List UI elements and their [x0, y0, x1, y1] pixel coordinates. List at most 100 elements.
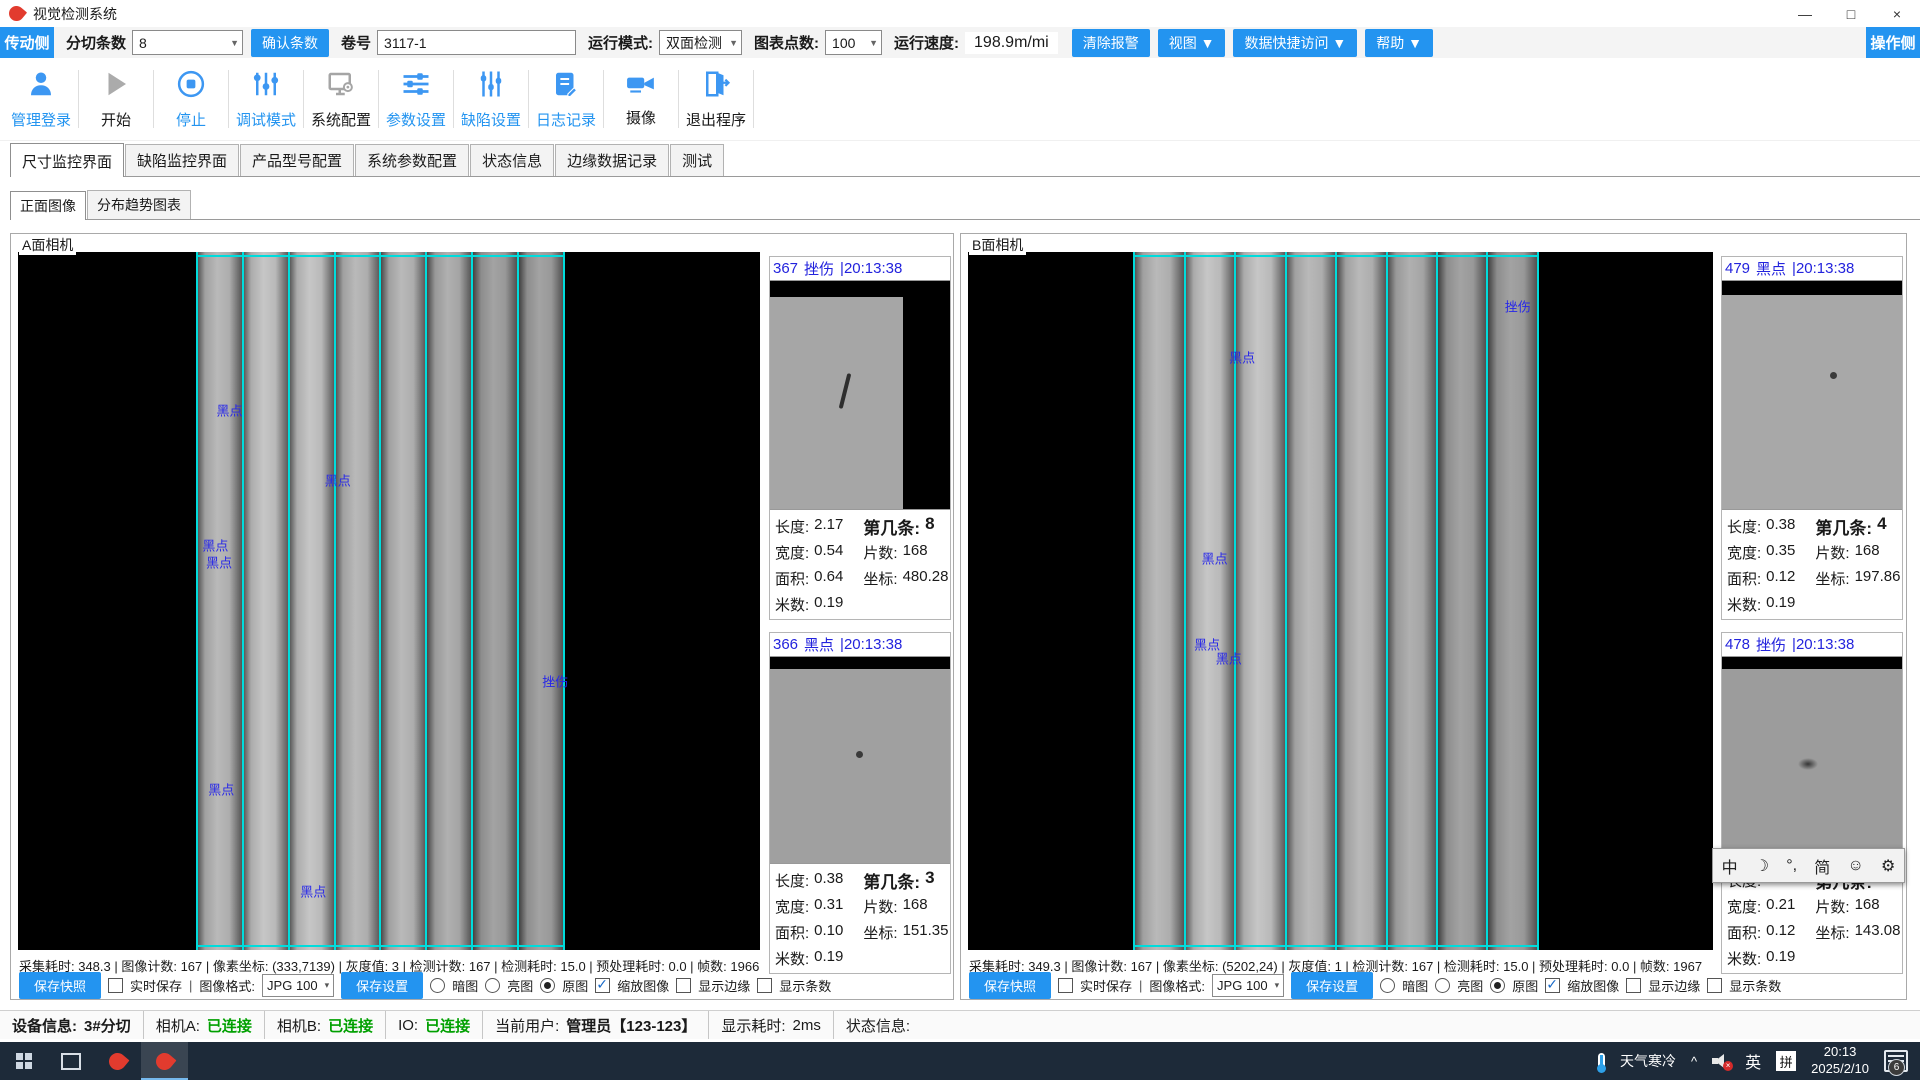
- tab-product-model-config[interactable]: 产品型号配置: [240, 144, 354, 176]
- help-menu-button[interactable]: 帮助 ▼: [1365, 29, 1433, 57]
- ime-settings-gear-icon[interactable]: ⚙: [1881, 856, 1895, 876]
- ime-indicator[interactable]: 拼: [1776, 1051, 1796, 1071]
- field-label: 面积:: [1727, 922, 1761, 943]
- confirm-count-button[interactable]: 确认条数: [251, 29, 329, 57]
- strip-boundary-line: [1335, 252, 1337, 950]
- ime-simplified-toggle[interactable]: 简: [1814, 854, 1830, 878]
- debug-mode-button[interactable]: 调试模式: [229, 69, 303, 130]
- show-edge-checkbox[interactable]: [1626, 978, 1641, 993]
- camera-b-title: B面相机: [969, 235, 1026, 255]
- chevron-down-icon: ▾: [1275, 980, 1280, 991]
- ime-fullwidth-moon-icon[interactable]: ☽: [1755, 856, 1769, 876]
- dark-image-radio[interactable]: [1380, 978, 1395, 993]
- zoom-image-checkbox[interactable]: [595, 978, 610, 993]
- field-value: 0.10: [814, 922, 843, 943]
- save-settings-button[interactable]: 保存设置: [1291, 972, 1373, 999]
- defect-settings-button[interactable]: 缺陷设置: [454, 69, 528, 130]
- camera-image-b[interactable]: 挫伤黑点黑点黑点黑点: [968, 252, 1713, 950]
- tab-distribution-trend-chart[interactable]: 分布趋势图表: [87, 190, 191, 219]
- tab-status-info[interactable]: 状态信息: [470, 144, 554, 176]
- segment-label: 相机B:: [277, 1015, 321, 1036]
- quick-data-menu-button[interactable]: 数据快捷访问 ▼: [1233, 29, 1357, 57]
- bright-image-radio[interactable]: [485, 978, 500, 993]
- slit-count-select[interactable]: 8 ▼: [132, 30, 243, 55]
- clock[interactable]: 20:13 2025/2/10: [1811, 1044, 1869, 1078]
- original-image-radio[interactable]: [540, 978, 555, 993]
- image-format-select[interactable]: JPG 100▾: [262, 974, 334, 997]
- maximize-button[interactable]: □: [1828, 0, 1874, 27]
- save-settings-button[interactable]: 保存设置: [341, 972, 423, 999]
- bright-image-radio[interactable]: [1435, 978, 1450, 993]
- tab-system-parameter-config[interactable]: 系统参数配置: [355, 144, 469, 176]
- app-icon: [153, 1049, 177, 1073]
- show-count-checkbox[interactable]: [1707, 978, 1722, 993]
- minimize-button[interactable]: —: [1782, 0, 1828, 27]
- taskbar-app-2-active[interactable]: [141, 1042, 188, 1080]
- view-menu-button[interactable]: 视图 ▼: [1158, 29, 1226, 57]
- task-view-button[interactable]: [47, 1042, 94, 1080]
- divider: |: [189, 978, 192, 993]
- weather-text[interactable]: 天气寒冷: [1620, 1051, 1676, 1071]
- drive-side-button[interactable]: 传动侧: [0, 27, 54, 58]
- notification-badge: 6: [1888, 1059, 1905, 1076]
- strip-boundary-line: [334, 252, 336, 950]
- field-label: 长度:: [1727, 516, 1761, 537]
- roll-input[interactable]: 3117-1: [377, 30, 576, 55]
- ime-mode-toggle[interactable]: 中: [1722, 854, 1738, 878]
- tray-expand-chevron-icon[interactable]: ^: [1691, 1054, 1697, 1069]
- windows-logo-icon: [16, 1053, 32, 1069]
- play-icon: [101, 69, 131, 104]
- strip-boundary-line: [242, 252, 244, 950]
- app-icon: [106, 1049, 130, 1073]
- camera-image-a[interactable]: 黑点黑点黑点黑点挫伤黑点黑点: [18, 252, 760, 950]
- dark-image-radio[interactable]: [430, 978, 445, 993]
- system-tray: 天气寒冷 ^ × 英 拼 20:13 2025/2/10 6: [1598, 1044, 1920, 1078]
- titlebar: 视觉检测系统 — □ ×: [0, 0, 1920, 28]
- tab-size-monitor[interactable]: 尺寸监控界面: [10, 143, 124, 177]
- clear-alarm-button[interactable]: 清除报警: [1072, 29, 1150, 57]
- slit-count-value: 8: [139, 35, 147, 51]
- admin-login-button[interactable]: 管理登录: [4, 69, 78, 130]
- monitor-gear-icon: [326, 69, 356, 104]
- field-label: 第几条:: [1815, 514, 1872, 539]
- save-snapshot-button[interactable]: 保存快照: [19, 972, 101, 999]
- system-config-button[interactable]: 系统配置: [304, 69, 378, 130]
- tab-test[interactable]: 测试: [670, 144, 724, 176]
- show-count-checkbox[interactable]: [757, 978, 772, 993]
- start-menu-button[interactable]: [0, 1042, 47, 1080]
- defect-card[interactable]: 479 黑点 |20:13:38 长度:0.38 第几条:4 宽度:0.35 片…: [1721, 256, 1903, 620]
- ime-punctuation-icon[interactable]: °,: [1786, 857, 1797, 875]
- notification-center-icon[interactable]: 6: [1884, 1050, 1908, 1072]
- capture-button[interactable]: 摄像: [604, 71, 678, 128]
- realtime-save-checkbox[interactable]: [108, 978, 123, 993]
- defect-card[interactable]: 366 黑点 |20:13:38 长度:0.38 第几条:3 宽度:0.31 片…: [769, 632, 951, 974]
- realtime-save-checkbox[interactable]: [1058, 978, 1073, 993]
- defect-card[interactable]: 478 挫伤 |20:13:38 长度:0.57 第几条:3 宽度:0.21 片…: [1721, 632, 1903, 974]
- chevron-down-icon: ▼: [230, 38, 239, 48]
- exit-program-button[interactable]: 退出程序: [679, 69, 753, 130]
- show-edge-checkbox[interactable]: [676, 978, 691, 993]
- zoom-image-checkbox[interactable]: [1545, 978, 1560, 993]
- image-format-select[interactable]: JPG 100▾: [1212, 974, 1284, 997]
- volume-muted-icon[interactable]: ×: [1712, 1053, 1730, 1069]
- ime-emoji-icon[interactable]: ☺: [1847, 857, 1863, 875]
- original-image-radio[interactable]: [1490, 978, 1505, 993]
- field-value: 0.19: [814, 948, 843, 969]
- start-button[interactable]: 开始: [79, 69, 153, 130]
- defect-label: 挫伤: [1505, 296, 1531, 315]
- taskbar-app-1[interactable]: [94, 1042, 141, 1080]
- parameter-settings-button[interactable]: 参数设置: [379, 69, 453, 130]
- close-button[interactable]: ×: [1874, 0, 1920, 27]
- original-image-label: 原图: [562, 976, 588, 995]
- chart-points-select[interactable]: 100 ▼: [825, 30, 882, 55]
- log-record-button[interactable]: 日志记录: [529, 69, 603, 130]
- language-indicator[interactable]: 英: [1745, 1049, 1761, 1073]
- tab-defect-monitor[interactable]: 缺陷监控界面: [125, 144, 239, 176]
- operate-side-button[interactable]: 操作侧: [1866, 27, 1920, 58]
- tab-front-image[interactable]: 正面图像: [10, 191, 86, 220]
- save-snapshot-button[interactable]: 保存快照: [969, 972, 1051, 999]
- defect-card[interactable]: 367 挫伤 |20:13:38 长度:2.17 第几条:8 宽度:0.54 片…: [769, 256, 951, 620]
- stop-button[interactable]: 停止: [154, 69, 228, 130]
- tab-edge-data-record[interactable]: 边缘数据记录: [555, 144, 669, 176]
- run-mode-select[interactable]: 双面检测 ▼: [659, 30, 742, 55]
